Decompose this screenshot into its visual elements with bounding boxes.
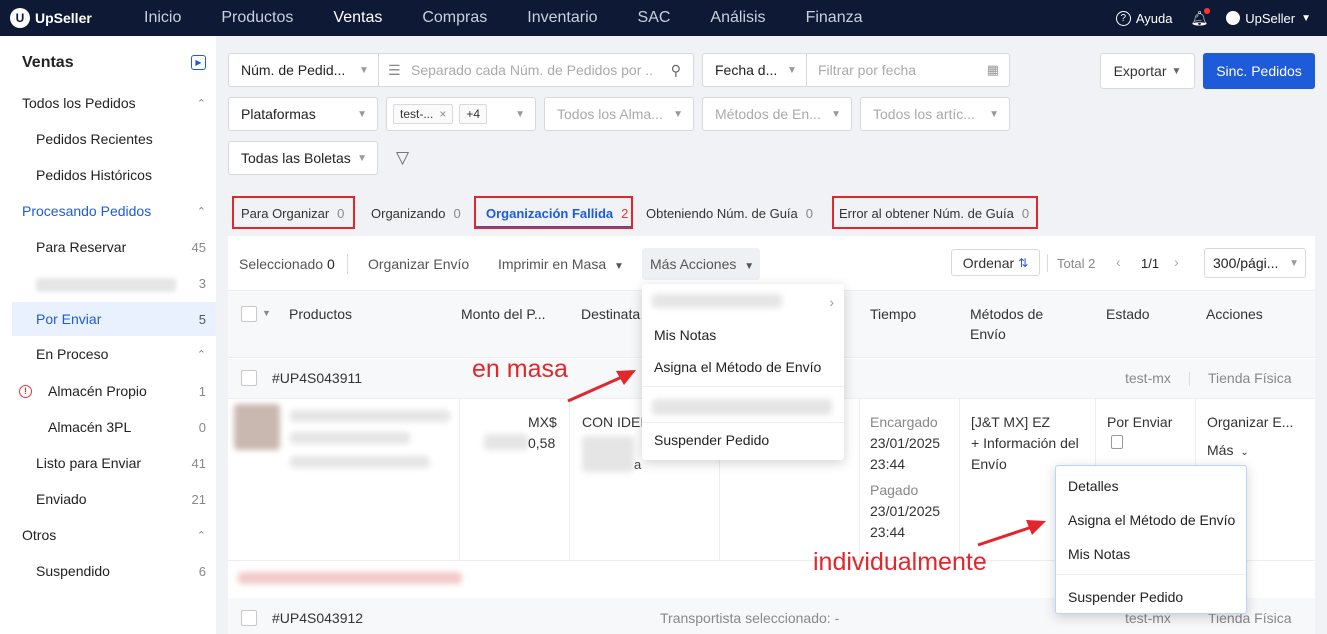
annotation-arrows (567, 370, 1046, 547)
